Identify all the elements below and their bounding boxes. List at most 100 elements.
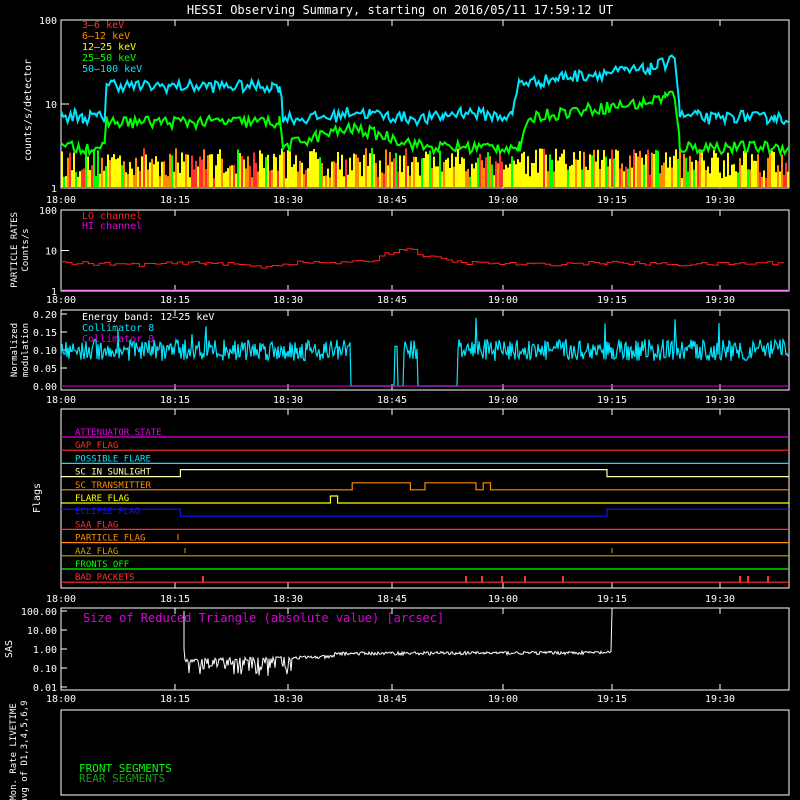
energy-band-bar (385, 149, 387, 187)
energy-band-bar (117, 158, 119, 187)
modulation-legend-entry: Collimator 9 (82, 334, 154, 345)
energy-band-bar (107, 154, 109, 187)
energy-band-bar (67, 157, 69, 187)
energy-band-bar (461, 157, 463, 187)
energy-band-bar (233, 164, 235, 187)
energy-band-bar (419, 175, 421, 187)
particle-rates-time-tick-label: 18:30 (273, 295, 303, 306)
modulation-time-tick-label: 19:30 (705, 395, 735, 406)
energy-band-bar (109, 160, 111, 187)
energy-band-bar (319, 157, 321, 187)
energy-band-bar (299, 160, 301, 187)
sas-time-tick-label: 18:00 (46, 694, 76, 705)
energy-band-bar (721, 178, 723, 187)
energy-band-bar (467, 169, 469, 187)
sas-y-tick-label: 0.10 (33, 664, 57, 675)
modulation-y-tick-label: 0.10 (33, 346, 57, 357)
energy-band-bar (477, 157, 479, 187)
particle-rates-y-axis-label: Counts/s (21, 228, 31, 271)
energy-band-bar (193, 169, 195, 187)
livetime-y-axis-label: Mon. Rate LIVETIME (9, 703, 19, 800)
energy-band-bar (533, 163, 535, 187)
modulation-time-tick-label: 18:00 (46, 395, 76, 406)
energy-band-bar (355, 154, 357, 187)
sas-y-tick-label: 0.01 (33, 683, 57, 694)
count-rates-time-tick-label: 19:00 (488, 195, 518, 206)
energy-band-bar (71, 170, 73, 187)
energy-band-bar (657, 150, 659, 187)
energy-band-bar (155, 156, 157, 187)
energy-band-bar (713, 149, 715, 187)
chart-title: HESSI Observing Summary, starting on 201… (187, 3, 613, 17)
energy-band-bar (259, 150, 261, 187)
energy-band-bar (123, 161, 125, 187)
energy-band-bar (129, 162, 131, 187)
energy-band-bar (459, 164, 461, 187)
energy-band-bar (113, 154, 115, 187)
energy-band-bar (345, 159, 347, 187)
energy-band-bar (91, 165, 93, 187)
energy-band-bar (539, 148, 541, 187)
energy-band-bar (119, 155, 121, 187)
energy-band-bar (73, 152, 75, 187)
livetime-y-axis-label: avg of D1,3,4,5,6,9 (20, 701, 30, 800)
energy-band-bar (231, 165, 233, 187)
energy-band-bar (519, 162, 521, 187)
energy-band-bar (677, 158, 679, 187)
energy-band-bar (511, 156, 513, 187)
energy-band-bar (151, 158, 153, 187)
energy-band-bar (753, 160, 755, 187)
count-rates-time-tick-label: 19:15 (597, 195, 627, 206)
energy-band-bar (493, 175, 495, 187)
energy-band-bar (769, 152, 771, 187)
energy-band-bar (739, 158, 741, 187)
energy-band-bar (717, 157, 719, 187)
energy-band-bar (343, 176, 345, 187)
sas-time-tick-label: 19:30 (705, 694, 735, 705)
flags-y-axis-label: Flags (32, 483, 43, 513)
energy-band-bar (311, 151, 313, 187)
energy-band-bar (433, 156, 435, 187)
modulation-y-tick-label: 0.05 (33, 364, 57, 375)
energy-band-bar (757, 154, 759, 187)
energy-band-bar (239, 153, 241, 187)
energy-band-bar (167, 176, 169, 187)
energy-band-bar (169, 153, 171, 187)
energy-band-bar (181, 152, 183, 187)
energy-band-bar (661, 165, 663, 187)
particle-rates-time-tick-label: 18:00 (46, 295, 76, 306)
flags-time-tick-label: 18:00 (46, 594, 76, 605)
energy-band-bar (537, 172, 539, 187)
energy-band-bar (267, 154, 269, 187)
energy-band-bar (649, 174, 651, 187)
energy-band-bar (727, 152, 729, 187)
energy-band-bar (349, 157, 351, 187)
energy-band-bar (187, 154, 189, 187)
energy-band-bar (303, 174, 305, 187)
energy-band-bar (203, 149, 205, 187)
energy-band-bar (245, 168, 247, 187)
energy-band-bar (235, 173, 237, 187)
energy-band-bar (573, 152, 575, 187)
energy-band-bar (607, 166, 609, 187)
energy-band-bar (663, 162, 665, 187)
modulation-legend-entry: Collimator 8 (82, 323, 154, 334)
energy-band-bar (301, 162, 303, 187)
particle-rates-y-tick-label: 10 (45, 247, 57, 258)
energy-band-bar (763, 170, 765, 187)
energy-band-bar (379, 160, 381, 187)
energy-band-bar (243, 159, 245, 187)
energy-band-bar (277, 170, 279, 187)
modulation-time-tick-label: 18:15 (160, 395, 190, 406)
energy-band-bar (787, 171, 789, 187)
energy-band-bar (653, 153, 655, 187)
energy-band-bar (361, 176, 363, 187)
sas-annotation: Size of Reduced Triangle (absolute value… (83, 611, 444, 625)
energy-band-bar (145, 154, 147, 187)
energy-band-bar (637, 156, 639, 187)
energy-band-bar (681, 178, 683, 187)
energy-band-bar (255, 162, 257, 187)
energy-band-bar (725, 176, 727, 187)
energy-band-bar (667, 167, 669, 187)
energy-band-bar (305, 169, 307, 187)
